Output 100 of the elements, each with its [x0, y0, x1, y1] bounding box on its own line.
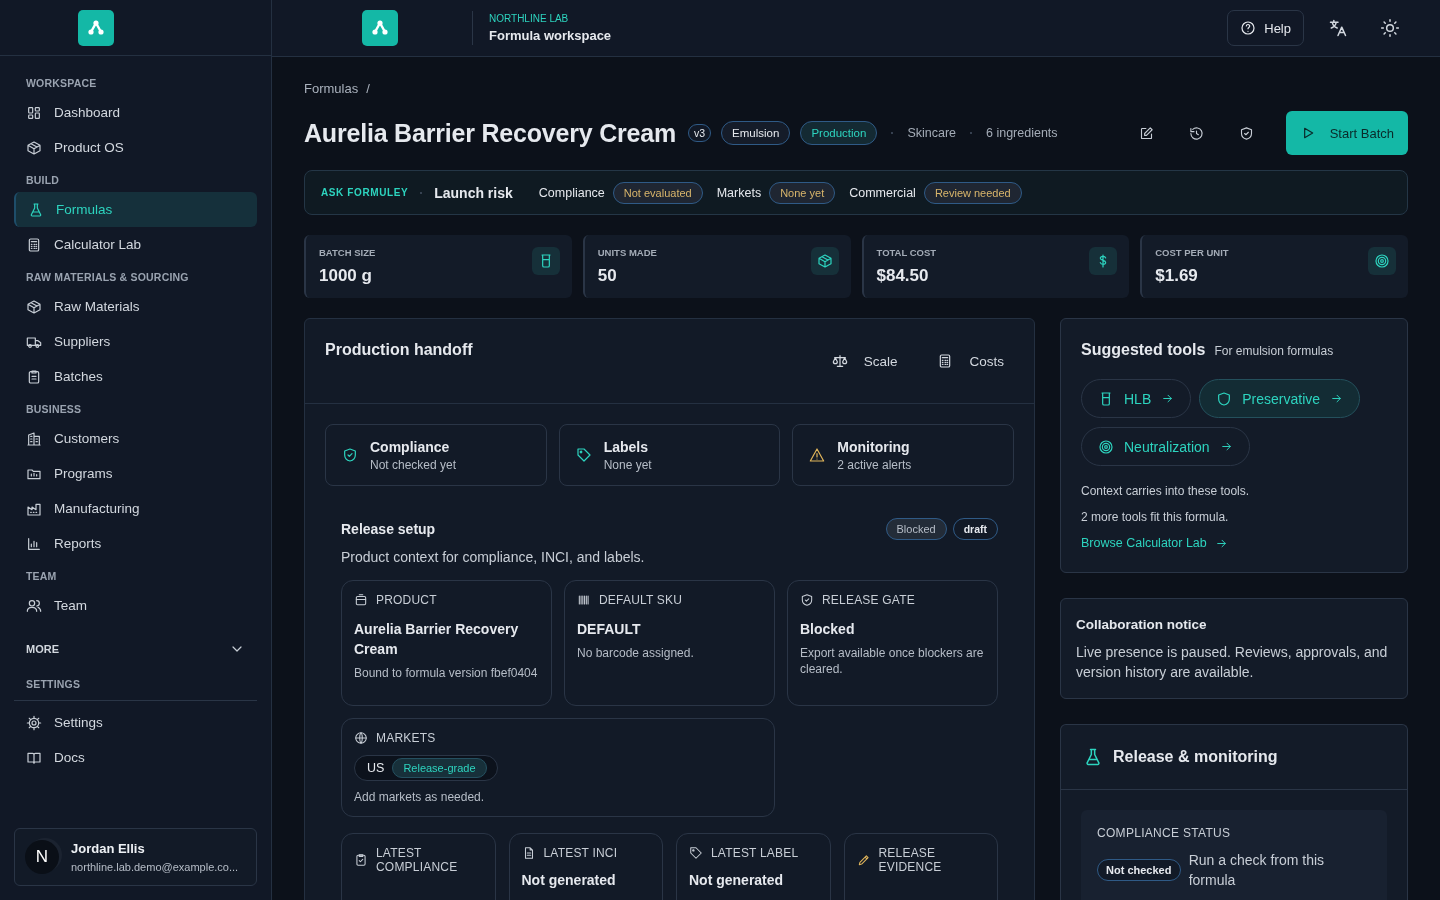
- status-label: COMPLIANCE STATUS: [1097, 826, 1232, 840]
- card-note: Export available once blockers are cleared.: [800, 645, 985, 677]
- card-value: Aurelia Barrier Recovery Cream: [354, 620, 520, 659]
- arrow-right-icon: [1219, 440, 1233, 453]
- nav-item[interactable]: Suppliers: [14, 324, 257, 359]
- card-note: Bound to formula version fbef0404: [354, 665, 539, 681]
- market-chip[interactable]: US Release-grade: [354, 755, 498, 781]
- note-text: 2 more tools fit this formula.: [1081, 510, 1230, 524]
- status-text: Run a check from this formula: [1188, 851, 1326, 890]
- version-badge: v3: [688, 124, 712, 142]
- people-icon: [26, 597, 42, 614]
- nav-item[interactable]: Calculator Lab: [14, 227, 257, 262]
- card-value: Blocked: [800, 620, 856, 639]
- risk-label: Compliance: [538, 185, 605, 200]
- section-title: BUILD: [25, 173, 61, 188]
- user-name: Jordan Ellis: [71, 841, 146, 856]
- pen-icon: [856, 853, 871, 867]
- bar-chart-icon: [26, 535, 42, 552]
- shield-icon: [1239, 125, 1255, 141]
- nav-item[interactable]: Raw Materials: [14, 289, 257, 324]
- breadcrumb-link[interactable]: Formulas: [304, 81, 359, 99]
- stat-label: UNITS MADE: [597, 247, 657, 258]
- tag-icon: [689, 846, 703, 860]
- section-title: BUSINESS: [25, 402, 83, 417]
- card-label: LATEST COMPLIANCE: [376, 846, 459, 874]
- nav-item[interactable]: Docs: [14, 740, 257, 775]
- card-value: Not generated: [689, 871, 785, 890]
- target-icon: [1098, 438, 1114, 455]
- breadcrumb-separator: /: [366, 81, 370, 98]
- shield-check-icon: [342, 447, 358, 463]
- card-label: RELEASE EVIDENCE: [878, 846, 943, 874]
- stat-label: TOTAL COST: [876, 247, 937, 258]
- cube-icon: [26, 139, 42, 156]
- toolbar-button[interactable]: Costs: [927, 351, 1014, 371]
- section-title: RAW MATERIALS & SOURCING: [25, 270, 190, 285]
- start-batch-button[interactable]: Start Batch: [1285, 111, 1408, 155]
- more-toggle[interactable]: MORE: [14, 623, 257, 669]
- panel-title: Release & monitoring: [1113, 748, 1278, 766]
- notice-title: Collaboration notice: [1076, 617, 1208, 632]
- meta-text: Skincare: [907, 126, 956, 140]
- translate-icon: [1328, 18, 1348, 38]
- building-icon: [26, 430, 42, 447]
- panel-title: Production handoff: [325, 341, 473, 360]
- arrow-right-icon: [1161, 392, 1175, 405]
- status-badge: Not checked: [1097, 859, 1181, 881]
- tag: Production: [800, 121, 878, 145]
- sun-icon: [1380, 18, 1400, 38]
- card-label: LATEST INCI: [543, 846, 618, 860]
- section-title: WORKSPACE: [25, 76, 98, 91]
- org-name: NORTHLINE LAB: [489, 13, 570, 24]
- scale-icon: [831, 353, 848, 369]
- nav-item[interactable]: Product OS: [14, 130, 257, 165]
- cube-icon: [816, 253, 833, 269]
- nav-item[interactable]: Batches: [14, 359, 257, 394]
- panel-title: Suggested tools: [1081, 341, 1206, 359]
- stat-value: $84.50: [876, 266, 930, 286]
- nav-item[interactable]: Dashboard: [14, 95, 257, 130]
- card-value: DEFAULT: [577, 620, 642, 639]
- user-card[interactable]: N Jordan Ellis northline.lab.demo@example.co...: [14, 828, 257, 886]
- logo-icon: [362, 10, 398, 46]
- arrow-right-icon: [1330, 392, 1344, 405]
- stat-label: BATCH SIZE: [319, 247, 376, 258]
- warning-icon: [809, 447, 826, 463]
- status-badge: None yet: [769, 181, 836, 204]
- browse-link[interactable]: Browse Calculator Lab: [1081, 536, 1387, 550]
- section-description: Product context for compliance, INCI, and labels.: [341, 549, 646, 565]
- status-card[interactable]: Compliance Not checked yet: [325, 424, 547, 486]
- nav-item[interactable]: Settings: [14, 705, 257, 740]
- toolbar-button[interactable]: Scale: [821, 351, 908, 371]
- status-badge: draft: [952, 518, 998, 540]
- status-title: Compliance: [370, 438, 451, 455]
- tool-chip[interactable]: Preservative: [1199, 379, 1361, 418]
- tag-icon: [575, 447, 592, 463]
- stat-value: 50: [597, 266, 618, 286]
- flask-icon: [1083, 747, 1103, 767]
- nav-item[interactable]: Manufacturing: [14, 491, 257, 526]
- nav-item[interactable]: Customers: [14, 421, 257, 456]
- nav-item[interactable]: Reports: [14, 526, 257, 561]
- stat-value: $1.69: [1155, 266, 1199, 286]
- nav-item[interactable]: Team: [14, 588, 257, 623]
- card-label: MARKETS: [376, 731, 436, 745]
- assistant-label: ASK FORMULEY: [321, 187, 409, 198]
- card-note: No barcode assigned.: [577, 645, 695, 661]
- history-icon: [1189, 125, 1205, 141]
- grid-icon: [26, 104, 42, 121]
- note-text: Context carries into these tools.: [1081, 484, 1251, 498]
- status-badge: Not evaluated: [612, 181, 703, 204]
- user-email: northline.lab.demo@example.co...: [71, 861, 239, 873]
- avatar: N: [25, 840, 59, 874]
- status-card[interactable]: Labels None yet: [558, 424, 781, 486]
- status-subtitle: 2 active alerts: [837, 457, 912, 472]
- cube-icon: [26, 298, 42, 315]
- nav-item[interactable]: Formulas: [14, 192, 257, 227]
- risk-label: Commercial: [849, 185, 916, 200]
- help-button[interactable]: Help: [1227, 10, 1304, 46]
- stat-value: 1000 g: [319, 266, 373, 286]
- nav-item[interactable]: Programs: [14, 456, 257, 491]
- section-title: SETTINGS: [25, 677, 82, 692]
- status-card[interactable]: Monitoring 2 active alerts: [792, 424, 1014, 486]
- grade-badge: Release-grade: [392, 758, 487, 778]
